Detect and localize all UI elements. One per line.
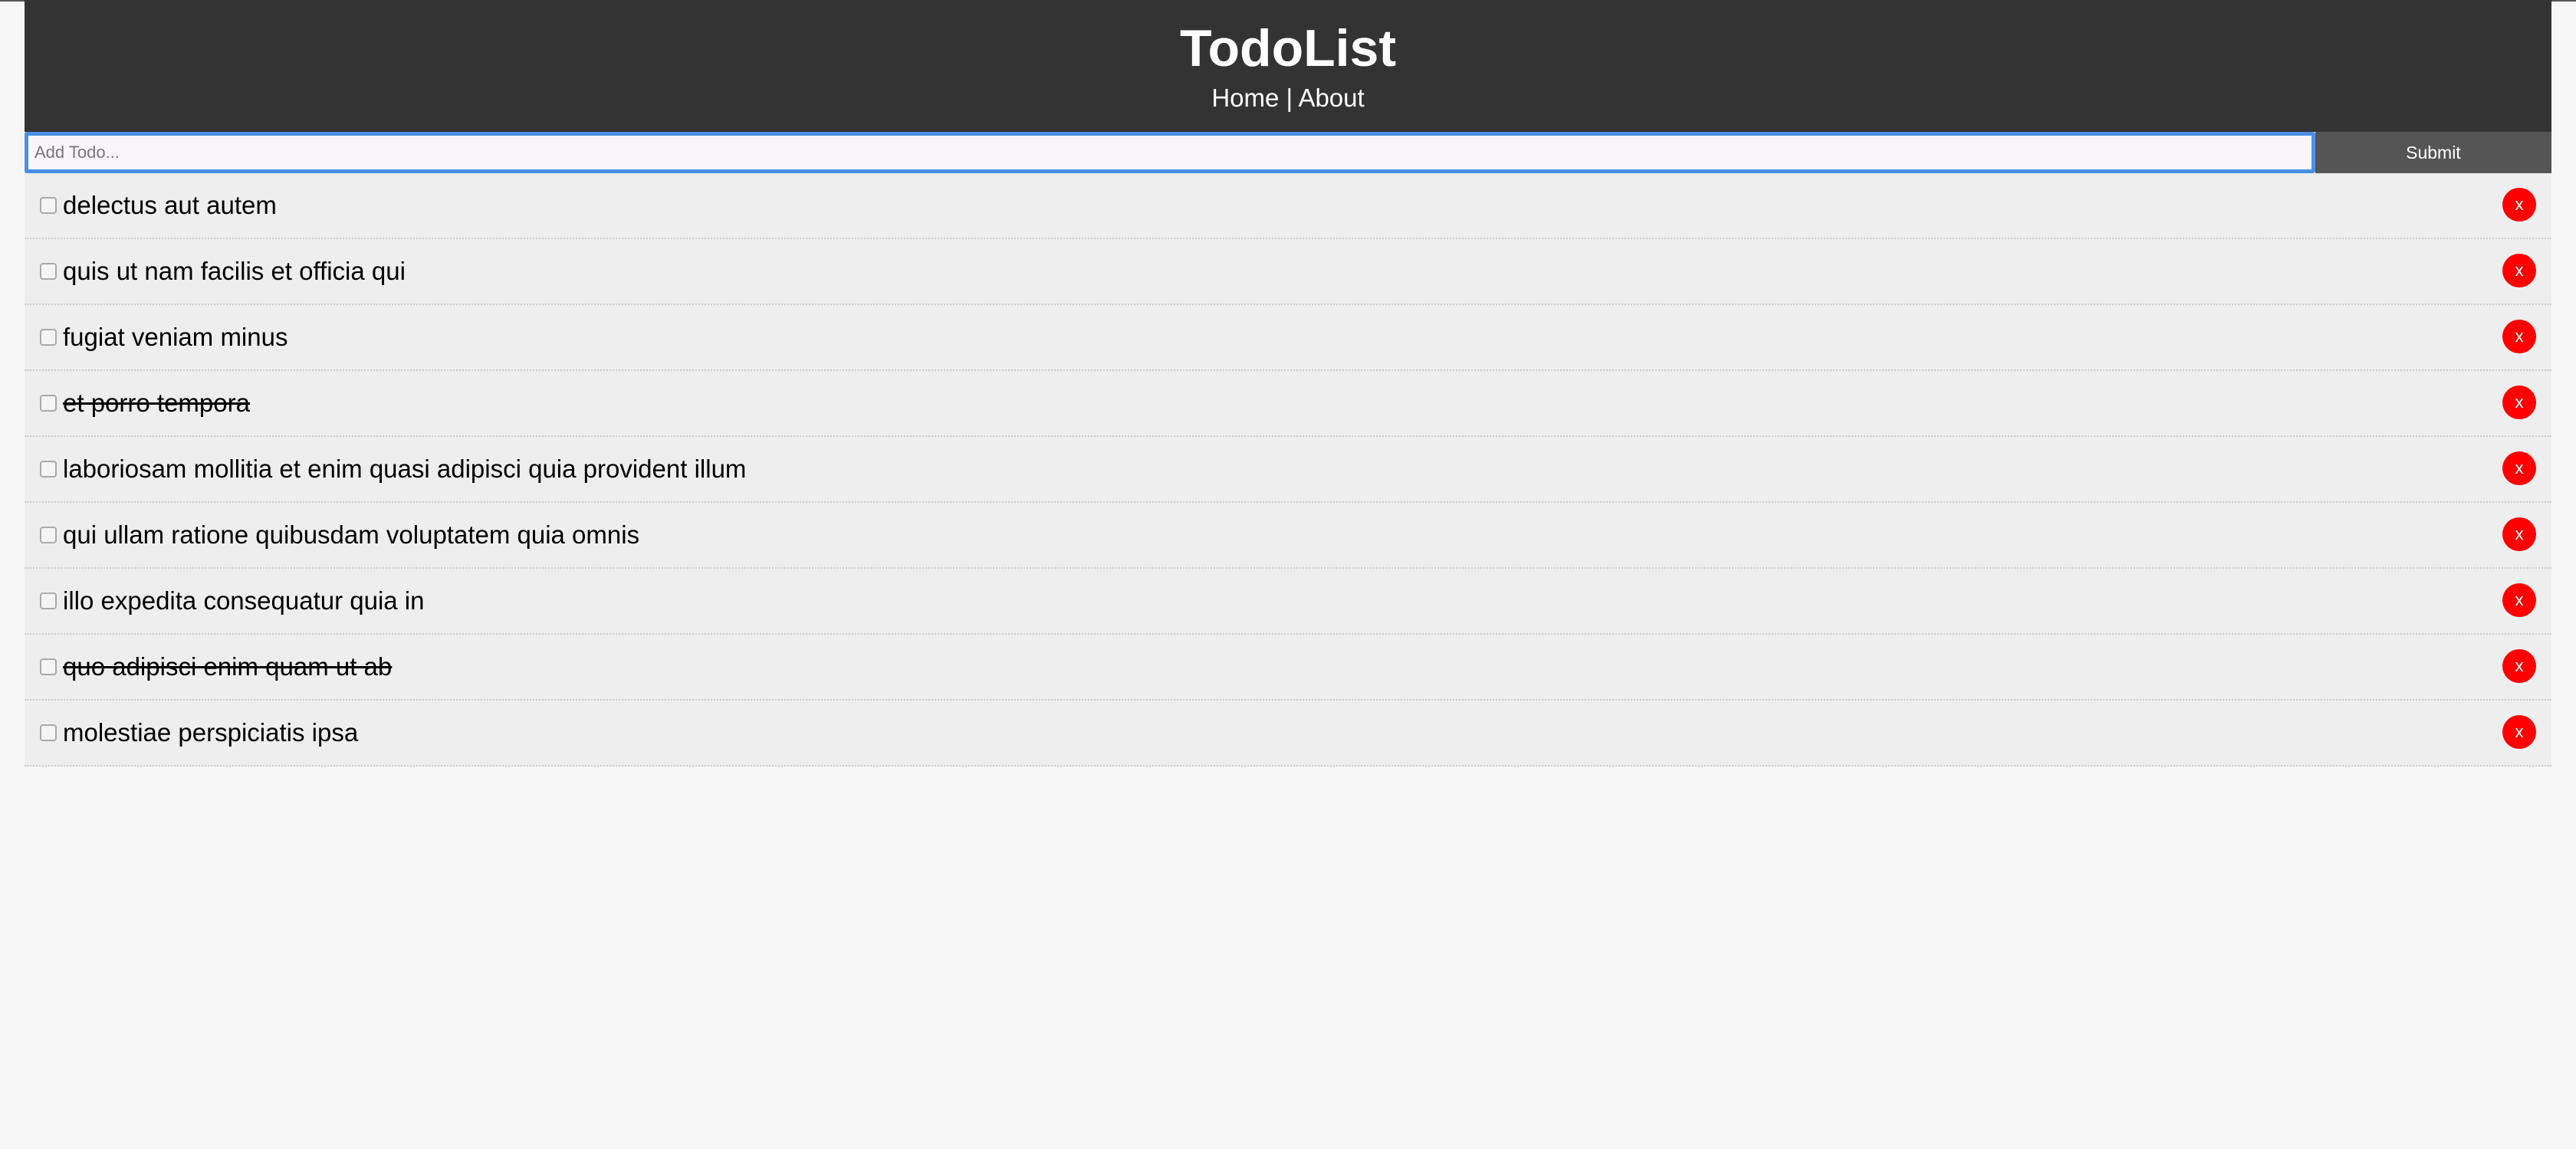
todo-title: delectus aut autem <box>63 191 277 219</box>
todo-item: et porro tempora x <box>25 371 2551 437</box>
strikethrough-line <box>74 403 84 405</box>
delete-todo-button[interactable]: x <box>2502 188 2536 222</box>
todo-title: molestiae perspiciatis ipsa <box>63 718 359 747</box>
todo-checkbox[interactable] <box>40 724 57 741</box>
todo-title: qui ullam ratione quibusdam voluptatem q… <box>63 520 640 549</box>
todo-title: illo expedita consequatur quia in <box>63 586 425 615</box>
todo-checkbox[interactable] <box>40 263 57 280</box>
nav-separator: | <box>1279 84 1299 112</box>
todo-title: laboriosam mollitia et enim quasi adipis… <box>63 455 747 483</box>
add-todo-input[interactable] <box>25 132 2315 173</box>
todo-item: qui ullam ratione quibusdam voluptatem q… <box>25 503 2551 569</box>
delete-todo-button[interactable]: x <box>2502 386 2536 419</box>
todo-item: fugiat veniam minus x <box>25 305 2551 371</box>
todo-item: illo expedita consequatur quia in x <box>25 569 2551 635</box>
app-title: TodoList <box>1180 19 1396 77</box>
todo-app: TodoList Home | About Submit delectus au… <box>25 0 2551 767</box>
todo-item: molestiae perspiciatis ipsa x <box>25 701 2551 767</box>
delete-todo-button[interactable]: x <box>2502 649 2536 683</box>
nav-home-link[interactable]: Home <box>1211 84 1279 112</box>
strikethrough-line <box>74 667 84 668</box>
todo-title: fugiat veniam minus <box>63 323 288 351</box>
todo-checkbox[interactable] <box>40 593 57 609</box>
delete-todo-button[interactable]: x <box>2502 320 2536 353</box>
delete-todo-button[interactable]: x <box>2502 715 2536 749</box>
todo-title: et porro tempora <box>63 389 250 417</box>
todo-list: delectus aut autem x quis ut nam facilis e… <box>25 173 2551 767</box>
todo-checkbox[interactable] <box>40 197 57 214</box>
todo-checkbox[interactable] <box>40 329 57 346</box>
todo-item: quis ut nam facilis et officia qui x <box>25 239 2551 305</box>
todo-checkbox[interactable] <box>40 461 57 478</box>
delete-todo-button[interactable]: x <box>2502 254 2536 287</box>
add-todo-form: Submit <box>25 132 2551 173</box>
delete-todo-button[interactable]: x <box>2502 583 2536 617</box>
todo-checkbox[interactable] <box>40 527 57 543</box>
submit-button[interactable]: Submit <box>2315 132 2551 173</box>
nav-about-link[interactable]: About <box>1298 84 1364 112</box>
todo-item: delectus aut autem x <box>25 173 2551 239</box>
todo-title: quis ut nam facilis et officia qui <box>63 257 406 285</box>
todo-checkbox[interactable] <box>40 658 57 675</box>
delete-todo-button[interactable]: x <box>2502 451 2536 485</box>
nav-bar: Home | About <box>25 81 2551 115</box>
todo-checkbox[interactable] <box>40 395 57 412</box>
todo-item: laboriosam mollitia et enim quasi adipis… <box>25 437 2551 503</box>
todo-title: quo adipisci enim quam ut ab <box>63 652 393 681</box>
todo-item: quo adipisci enim quam ut ab x <box>25 635 2551 701</box>
app-header: TodoList Home | About <box>25 0 2551 132</box>
delete-todo-button[interactable]: x <box>2502 517 2536 551</box>
